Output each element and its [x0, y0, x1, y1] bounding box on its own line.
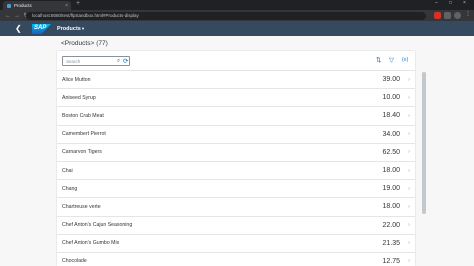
browser-tab-strip: Products × + – □ × — [0, 0, 474, 10]
product-price: 18.40 — [382, 112, 400, 120]
tab-title: Products — [14, 3, 32, 8]
product-price: 19.00 — [382, 185, 400, 193]
chevron-right-icon[interactable]: › — [408, 77, 410, 83]
product-list: Alice Mutton 39.00 › Aniseed Syrup 10.00 › Bos… — [57, 71, 415, 266]
shell-bar: ❮ SAP Products ▾ — [0, 21, 474, 36]
product-name: Chef Anton's Gumbo Mix — [62, 240, 120, 247]
url-text: localhost:8080/test/flpSandbox.html#Prod… — [32, 13, 139, 18]
browser-tab[interactable]: Products × — [3, 1, 71, 10]
chevron-right-icon[interactable]: › — [408, 149, 410, 155]
product-row[interactable]: Chef Anton's Cajun Seasoning 22.00 › — [57, 217, 415, 235]
page-scrollbar[interactable] — [422, 72, 426, 214]
chevron-right-icon[interactable]: › — [408, 131, 410, 137]
new-tab-icon[interactable]: + — [76, 0, 80, 7]
product-name: Carnarvon Tigers — [62, 149, 102, 156]
search-field[interactable]: ⌕ — [62, 56, 130, 66]
shell-back-icon[interactable]: ❮ — [15, 24, 23, 33]
product-price: 22.00 — [382, 221, 400, 229]
chevron-right-icon[interactable]: › — [408, 168, 410, 174]
list-toolbar: ⌕ ⟳ ⇅ ▽ (≡) — [57, 51, 415, 71]
product-price: 18.00 — [382, 167, 400, 175]
item-count: (77) — [96, 40, 108, 47]
list-title: <Products> — [61, 40, 95, 47]
product-name: Chang — [62, 185, 78, 192]
group-icon[interactable]: (≡) — [402, 57, 408, 63]
search-icon[interactable]: ⌕ — [117, 58, 120, 65]
product-row[interactable]: Boston Crab Meat 18.40 › — [57, 107, 415, 126]
product-name: Camembert Pierrot — [62, 131, 106, 138]
product-row[interactable]: Chef Anton's Gumbo Mix 21.35 › — [57, 235, 415, 253]
maximize-icon[interactable]: □ — [449, 0, 452, 6]
close-window-icon[interactable]: × — [463, 0, 466, 6]
product-price: 21.35 — [382, 239, 400, 247]
shell-dropdown-icon[interactable]: ▾ — [82, 26, 84, 32]
sap-logo-text: SAP — [34, 25, 47, 31]
product-price: 39.00 — [382, 76, 400, 84]
favicon-icon — [7, 3, 11, 8]
product-list-card: ⌕ ⟳ ⇅ ▽ (≡) Alice Mutton39.00›Aniseed Sy… — [57, 51, 415, 266]
product-name: Aniseed Syrup — [62, 94, 96, 101]
sort-icon[interactable]: ⇅ — [376, 56, 381, 64]
extension-icon[interactable] — [434, 12, 441, 19]
profile-avatar-icon[interactable] — [454, 12, 461, 19]
product-price: 10.00 — [382, 94, 400, 102]
product-row[interactable]: Chang 19.00 › — [57, 180, 415, 199]
product-price: 12.75 — [382, 257, 400, 265]
product-name: Chai — [62, 167, 73, 174]
chevron-right-icon[interactable]: › — [408, 204, 410, 210]
product-row[interactable]: Chai 18.00 › — [57, 162, 415, 181]
product-row[interactable]: Chartreuse verte 18.00 › — [57, 198, 415, 217]
chevron-right-icon[interactable]: › — [408, 186, 410, 192]
product-row[interactable]: Carnarvon Tigers 62.50 › — [57, 144, 415, 162]
chevron-right-icon[interactable]: › — [408, 240, 410, 246]
back-arrow-icon[interactable]: ← — [5, 13, 11, 19]
tab-close-icon[interactable]: × — [65, 3, 68, 9]
minimize-icon[interactable]: – — [435, 0, 438, 6]
address-bar[interactable]: localhost:8080/test/flpSandbox.html#Prod… — [26, 11, 426, 20]
chevron-right-icon[interactable]: › — [408, 222, 410, 228]
product-row[interactable]: Camembert Pierrot 34.00 › — [57, 126, 415, 144]
chevron-right-icon[interactable]: › — [408, 258, 410, 264]
product-price: 62.50 — [382, 148, 400, 156]
chevron-right-icon[interactable]: › — [408, 95, 410, 101]
filter-icon[interactable]: ▽ — [389, 56, 394, 64]
refresh-icon[interactable]: ⟳ — [123, 57, 128, 65]
product-row[interactable]: Aniseed Syrup 10.00 › — [57, 89, 415, 108]
product-name: Chef Anton's Cajun Seasoning — [62, 222, 133, 229]
product-name: Boston Crab Meat — [62, 112, 104, 119]
sap-logo[interactable]: SAP — [32, 23, 51, 34]
product-name: Chartreuse verte — [62, 203, 101, 210]
menu-kebab-icon[interactable]: ⋮ — [465, 10, 472, 17]
search-input[interactable] — [66, 58, 116, 64]
browser-toolbar: ← → ↻ localhost:8080/test/flpSandbox.htm… — [0, 10, 474, 21]
product-name: Alice Mutton — [62, 76, 91, 83]
product-price: 18.00 — [382, 203, 400, 211]
extension-icon[interactable] — [444, 12, 451, 19]
product-price: 34.00 — [382, 130, 400, 138]
product-name: Chocolade — [62, 258, 87, 265]
chevron-right-icon[interactable]: › — [408, 113, 410, 119]
product-row[interactable]: Alice Mutton 39.00 › — [57, 71, 415, 90]
product-row[interactable]: Chocolade 12.75 › — [57, 253, 415, 266]
page-content: <Products>(77) ⌕ ⟳ ⇅ ▽ (≡) Alice Mutton 3… — [0, 36, 474, 266]
forward-arrow-icon[interactable]: → — [14, 13, 20, 19]
shell-app-title[interactable]: Products — [57, 26, 81, 32]
page-title: <Products> (77) — [61, 40, 108, 47]
